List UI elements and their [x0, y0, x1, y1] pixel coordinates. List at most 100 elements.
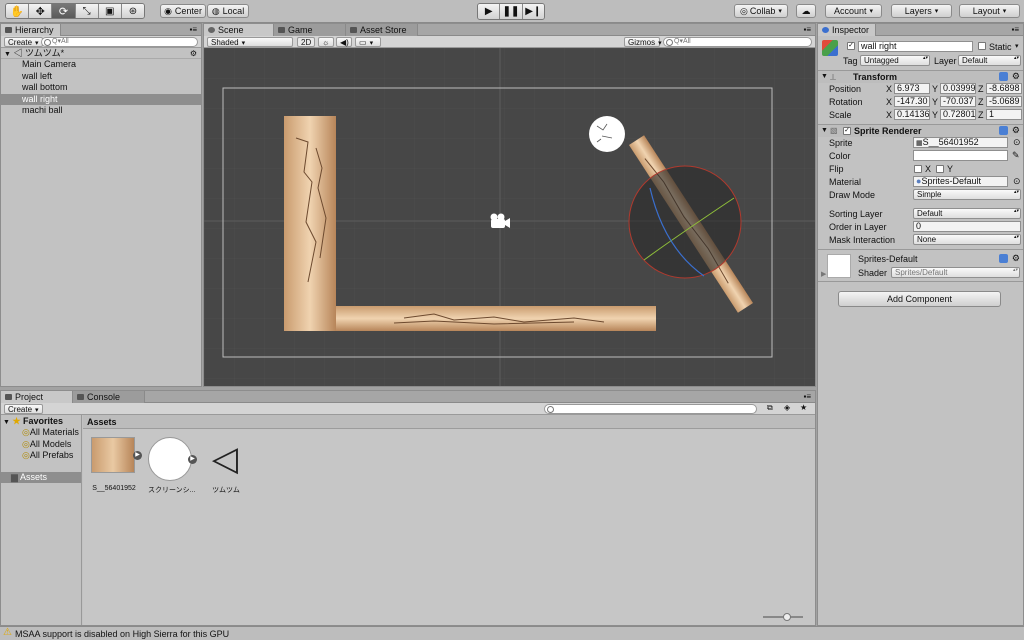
gizmos-dropdown[interactable]: Gizmos [624, 37, 660, 47]
settings-gear-icon[interactable]: ⚙ [1012, 125, 1020, 136]
scale-x-field[interactable]: 0.14136 [894, 109, 930, 120]
scale-y-field[interactable]: 0.72801 [940, 109, 976, 120]
expand-asset-icon[interactable]: ▶ [133, 451, 142, 460]
layout-dropdown[interactable]: Layout [959, 4, 1020, 18]
tab-scene[interactable]: Scene [204, 24, 274, 36]
panel-menu-icon[interactable]: ▪≡ [189, 25, 197, 34]
thumbnail-size-slider[interactable] [763, 613, 803, 621]
hierarchy-item[interactable]: wall left [1, 71, 201, 82]
favorites-item[interactable]: ◎All Prefabs [1, 450, 81, 461]
material-field[interactable]: ●Sprites-Default [913, 176, 1008, 187]
add-component-button[interactable]: Add Component [838, 291, 1001, 307]
position-x-field[interactable]: 6.973 [894, 83, 930, 94]
transform-header[interactable]: ▼ ⟂ Transform ⚙ [818, 70, 1023, 83]
hand-tool-icon[interactable]: ✋ [6, 4, 30, 18]
sprite-field[interactable]: ▦S__56401952 [913, 137, 1008, 148]
favorites-item[interactable]: ◎All Models [1, 439, 81, 450]
scene-search-input[interactable]: Q▾All [663, 37, 812, 47]
tab-hierarchy[interactable]: Hierarchy [1, 24, 61, 36]
slider-handle[interactable] [783, 613, 791, 621]
favorite-star-icon[interactable]: ★ [800, 403, 807, 412]
machi-ball-sprite[interactable] [589, 116, 625, 152]
hierarchy-item[interactable]: wall right [1, 93, 201, 105]
panel-menu-icon[interactable]: ▪≡ [1011, 25, 1019, 34]
panel-menu-icon[interactable]: ▪≡ [803, 25, 811, 34]
wall-bottom-sprite[interactable] [336, 306, 656, 331]
asset-tile[interactable]: ▶ S__56401952 [91, 437, 142, 497]
play-button[interactable]: ▶ [478, 4, 501, 19]
effects-dropdown[interactable]: ▭ [355, 37, 381, 47]
move-tool-icon[interactable]: ✥ [29, 4, 53, 18]
scale-z-field[interactable]: 1 [986, 109, 1022, 120]
scene-root[interactable]: ▼ ◁ ツムツム* ⚙ [1, 48, 201, 59]
position-y-field[interactable]: 0.03999 [940, 83, 976, 94]
transform-tool-icon[interactable]: ⊛ [121, 4, 144, 18]
pause-button[interactable]: ❚❚ [500, 4, 523, 19]
panel-menu-icon[interactable]: ▪≡ [803, 392, 811, 401]
account-dropdown[interactable]: Account [825, 4, 882, 18]
position-z-axis-label[interactable]: Z [978, 84, 984, 94]
expand-arrow-icon[interactable]: ▼ [3, 419, 10, 426]
collab-button[interactable]: ◎ Collab [734, 4, 788, 18]
rotation-x-axis-label[interactable]: X [886, 97, 892, 107]
rotation-y-field[interactable]: -70.037 [940, 96, 976, 107]
eyedropper-icon[interactable]: ✎ [1012, 150, 1020, 161]
rotate-gizmo[interactable] [628, 165, 742, 279]
layers-dropdown[interactable]: Layers [891, 4, 952, 18]
flip-x-checkbox[interactable] [914, 165, 922, 173]
rotation-x-field[interactable]: -147.30 [894, 96, 930, 107]
mask-interaction-dropdown[interactable]: None [913, 234, 1021, 245]
static-dropdown-icon[interactable]: ▾ [1015, 42, 1019, 50]
hierarchy-item[interactable]: Main Camera [1, 59, 201, 70]
expand-arrow-icon[interactable]: ▼ [821, 127, 828, 134]
order-in-layer-field[interactable]: 0 [913, 221, 1021, 232]
position-y-axis-label[interactable]: Y [932, 84, 938, 94]
rotation-y-axis-label[interactable]: Y [932, 97, 938, 107]
scale-x-axis-label[interactable]: X [886, 110, 892, 120]
tag-dropdown[interactable]: Untagged [860, 55, 930, 66]
object-name-field[interactable]: wall right [858, 41, 973, 52]
wall-left-sprite[interactable] [284, 116, 336, 331]
sprite-renderer-enabled-checkbox[interactable]: ✓ [843, 127, 851, 135]
favorites-item[interactable]: ◎All Materials [1, 427, 81, 438]
space-toggle-button[interactable]: ◍ Local [207, 4, 249, 18]
shading-dropdown[interactable]: Shaded [207, 37, 293, 47]
sprite-renderer-header[interactable]: ▼ ▧ ✓ Sprite Renderer ⚙ [818, 124, 1023, 137]
position-z-field[interactable]: -8.6898 [986, 83, 1022, 94]
rotation-z-field[interactable]: -5.0689 [986, 96, 1022, 107]
active-checkbox[interactable]: ✓ [847, 42, 855, 50]
create-button[interactable]: Create [4, 404, 43, 414]
tab-project[interactable]: Project [1, 391, 73, 403]
expand-arrow-icon[interactable]: ▼ [821, 73, 828, 80]
hierarchy-item[interactable]: wall bottom [1, 82, 201, 93]
scale-z-axis-label[interactable]: Z [978, 110, 984, 120]
color-field[interactable] [913, 150, 1008, 161]
cloud-button[interactable]: ☁ [796, 4, 816, 18]
favorites-item[interactable]: ▼ ★ Favorites [1, 416, 81, 427]
audio-toggle[interactable]: ◀) [336, 37, 352, 47]
rotation-z-axis-label[interactable]: Z [978, 97, 984, 107]
settings-gear-icon[interactable]: ⚙ [1012, 253, 1020, 264]
scene-menu-icon[interactable]: ⚙ [190, 48, 197, 59]
scale-tool-icon[interactable]: ⤡ [75, 4, 99, 18]
shader-dropdown[interactable]: Sprites/Default [891, 267, 1020, 278]
lighting-toggle[interactable]: ☼ [318, 37, 334, 47]
expand-arrow-icon[interactable]: ▼ [4, 51, 11, 58]
layer-dropdown[interactable]: Default [958, 55, 1021, 66]
2d-toggle[interactable]: 2D [297, 37, 315, 47]
draw-mode-dropdown[interactable]: Simple [913, 189, 1021, 200]
filter-by-label-icon[interactable]: ◈ [784, 403, 790, 412]
tab-inspector[interactable]: Inspector [818, 24, 877, 36]
flip-y-checkbox[interactable] [936, 165, 944, 173]
asset-tile[interactable]: ▶ スクリーンシ... [148, 437, 197, 497]
scene-viewport[interactable] [204, 48, 815, 386]
settings-gear-icon[interactable]: ⚙ [1012, 71, 1020, 82]
hierarchy-item[interactable]: machi ball [1, 105, 201, 116]
scale-y-axis-label[interactable]: Y [932, 110, 938, 120]
static-checkbox[interactable] [978, 42, 986, 50]
breadcrumb-assets[interactable]: Assets [87, 417, 117, 427]
help-icon[interactable] [999, 254, 1008, 263]
help-icon[interactable] [999, 126, 1008, 135]
pivot-toggle-button[interactable]: ◉ Center [160, 4, 206, 18]
help-icon[interactable] [999, 72, 1008, 81]
